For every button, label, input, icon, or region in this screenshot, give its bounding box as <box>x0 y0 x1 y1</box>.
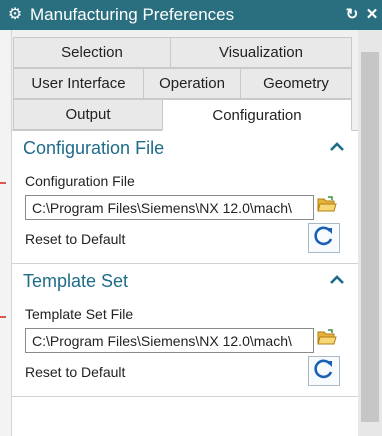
edge-marker <box>0 316 6 318</box>
folder-open-icon <box>317 329 337 351</box>
tab-visualization[interactable]: Visualization <box>170 37 352 68</box>
section-title: Template Set <box>23 270 129 291</box>
reset-configuration-label: Reset to Default <box>25 231 126 247</box>
preferences-panel: Selection Visualization User Interface O… <box>12 30 358 436</box>
gear-icon: ⚙ <box>7 6 23 23</box>
template-set-file-input[interactable] <box>25 328 314 353</box>
close-icon[interactable]: ✕ <box>362 0 382 30</box>
browse-template-button[interactable] <box>316 329 338 351</box>
scroll-thumb[interactable] <box>361 52 379 422</box>
configuration-file-label: Configuration File <box>25 173 135 189</box>
left-edge-strip <box>0 30 12 436</box>
tab-output[interactable]: Output <box>13 99 163 130</box>
tab-configuration[interactable]: Configuration <box>162 99 352 131</box>
chevron-up-icon[interactable] <box>326 139 348 157</box>
tab-content: Configuration File Configuration File Re… <box>12 130 358 436</box>
reset-template-label: Reset to Default <box>25 364 126 380</box>
reset-dialog-icon[interactable]: ↻ <box>342 0 362 30</box>
template-set-file-label: Template Set File <box>25 306 134 322</box>
section-header-configuration-file[interactable]: Configuration File <box>12 131 358 165</box>
reset-template-button[interactable] <box>308 356 340 386</box>
section-title: Configuration File <box>23 137 165 158</box>
section-header-template-set[interactable]: Template Set <box>12 264 358 298</box>
browse-configuration-button[interactable] <box>316 196 338 218</box>
edge-marker <box>0 182 6 184</box>
reset-configuration-button[interactable] <box>308 223 340 253</box>
tab-operation[interactable]: Operation <box>143 68 241 99</box>
chevron-up-icon[interactable] <box>326 272 348 290</box>
refresh-icon <box>313 358 335 385</box>
refresh-icon <box>313 225 335 252</box>
tab-user-interface[interactable]: User Interface <box>13 68 144 99</box>
folder-open-icon <box>317 196 337 218</box>
vertical-scrollbar[interactable] <box>358 30 382 436</box>
tab-selection[interactable]: Selection <box>13 37 171 68</box>
configuration-file-input[interactable] <box>25 195 314 220</box>
tab-geometry[interactable]: Geometry <box>240 68 352 99</box>
title-bar: ⚙ Manufacturing Preferences ↻ ✕ <box>0 0 382 30</box>
window-title: Manufacturing Preferences <box>30 5 235 24</box>
section-divider <box>12 396 358 397</box>
